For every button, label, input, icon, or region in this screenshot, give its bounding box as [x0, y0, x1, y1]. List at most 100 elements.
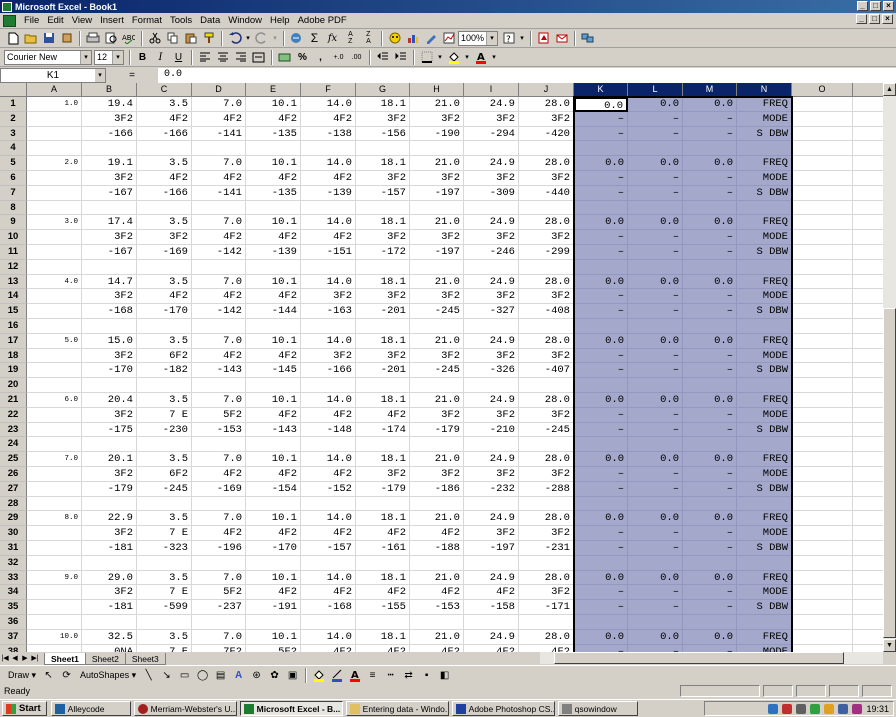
cell-m14[interactable]: – — [683, 289, 737, 305]
cell-k7[interactable]: – — [574, 185, 628, 201]
cell-i22[interactable]: 3F2 — [464, 407, 519, 423]
cell-b8[interactable] — [82, 200, 137, 216]
cell-partial[interactable] — [853, 600, 883, 615]
paste-icon[interactable] — [182, 30, 199, 46]
cell-partial[interactable] — [853, 260, 883, 275]
spreadsheet-grid[interactable]: A B C D E F G H I J K L M N O 1 1.0 19.4 3.5 7.0 10.1 14.0 18.… — [0, 83, 883, 652]
cell-j27[interactable]: -288 — [519, 481, 574, 497]
cell-b22[interactable]: 3F2 — [82, 407, 137, 423]
cell-f18[interactable]: 3F2 — [301, 348, 356, 364]
cell-c18[interactable]: 6F2 — [137, 348, 192, 364]
3d-style-icon[interactable]: ◧ — [436, 667, 453, 683]
cell-g6[interactable]: 3F2 — [356, 171, 410, 186]
cell-a31[interactable] — [27, 541, 82, 556]
cell-n33[interactable]: FREQ — [737, 570, 792, 586]
free-rotate-icon[interactable]: ⟳ — [58, 667, 75, 683]
cell-partial[interactable] — [853, 585, 883, 601]
cell-o26[interactable] — [792, 467, 853, 482]
cell-o34[interactable] — [792, 585, 853, 601]
cell-o15[interactable] — [792, 304, 853, 319]
cell-i33[interactable]: 24.9 — [464, 570, 519, 586]
percent-style-icon[interactable]: % — [294, 49, 311, 65]
cell-h28[interactable] — [410, 496, 464, 512]
row-header[interactable]: 30 — [0, 526, 27, 541]
cell-b35[interactable]: -181 — [82, 600, 137, 615]
cell-g13[interactable]: 18.1 — [356, 274, 410, 290]
cell-h34[interactable]: 4F2 — [410, 585, 464, 601]
cell-g19[interactable]: -201 — [356, 363, 410, 379]
cell-h3[interactable]: -190 — [410, 126, 464, 142]
cell-c30[interactable]: 7 E — [137, 526, 192, 541]
cell-partial[interactable] — [853, 437, 883, 453]
cell-b13[interactable]: 14.7 — [82, 274, 137, 290]
sheet-tab-sheet2[interactable]: Sheet2 — [84, 652, 126, 665]
cell-h17[interactable]: 21.0 — [410, 333, 464, 349]
cell-partial[interactable] — [853, 275, 883, 290]
cell-g2[interactable]: 3F2 — [356, 111, 410, 127]
cell-o23[interactable] — [792, 422, 853, 438]
cell-partial[interactable] — [853, 304, 883, 319]
cell-j35[interactable]: -171 — [519, 600, 574, 615]
cell-k37[interactable]: 0.0 — [574, 629, 628, 645]
cell-a36[interactable] — [27, 615, 82, 630]
sort-descending-icon[interactable]: ZA — [360, 30, 377, 46]
comma-style-icon[interactable]: , — [312, 49, 329, 65]
cell-b1[interactable]: 19.4 — [82, 97, 137, 112]
cell-m33[interactable]: 0.0 — [683, 570, 737, 586]
cell-f12[interactable] — [301, 259, 356, 275]
cell-j10[interactable]: 3F2 — [519, 230, 574, 245]
cell-j25[interactable]: 28.0 — [519, 452, 574, 467]
column-header-i[interactable]: I — [464, 83, 519, 97]
column-header-h[interactable]: H — [410, 83, 464, 97]
cell-f1[interactable]: 14.0 — [301, 97, 356, 112]
cell-i19[interactable]: -326 — [464, 363, 519, 379]
cell-k29[interactable]: 0.0 — [574, 511, 628, 527]
cell-h25[interactable]: 21.0 — [410, 452, 464, 467]
tray-update-icon[interactable] — [824, 703, 835, 714]
cell-g37[interactable]: 18.1 — [356, 629, 410, 645]
cell-j14[interactable]: 3F2 — [519, 289, 574, 305]
cell-a1[interactable]: 1.0 — [27, 97, 82, 112]
cell-n6[interactable]: MODE — [737, 171, 792, 186]
cell-c38[interactable]: 7 E — [137, 644, 192, 652]
cell-n17[interactable]: FREQ — [737, 333, 792, 349]
cell-partial[interactable] — [853, 526, 883, 541]
cell-o1[interactable] — [792, 97, 853, 112]
cell-partial[interactable] — [853, 393, 883, 408]
cell-g23[interactable]: -174 — [356, 422, 410, 438]
cell-partial[interactable] — [853, 112, 883, 127]
font-color-icon[interactable]: A — [472, 49, 489, 65]
taskbar-item-entering-data[interactable]: Entering data - Windo... — [345, 701, 449, 716]
cell-g38[interactable]: 4F2 — [356, 644, 410, 652]
cell-l36[interactable] — [628, 615, 683, 630]
cell-f37[interactable]: 14.0 — [301, 629, 356, 645]
cell-b27[interactable]: -179 — [82, 481, 137, 497]
cell-g14[interactable]: 3F2 — [356, 289, 410, 305]
cell-k10[interactable]: – — [574, 230, 628, 245]
draw-fill-color-icon[interactable] — [310, 667, 327, 683]
cell-a3[interactable] — [27, 126, 82, 142]
cell-l7[interactable]: – — [628, 185, 683, 201]
increase-decimal-icon[interactable]: +.0 — [330, 49, 347, 65]
bold-button[interactable]: B — [134, 49, 151, 65]
cell-partial[interactable] — [853, 127, 883, 142]
cell-i3[interactable]: -294 — [464, 126, 519, 142]
cell-m38[interactable]: – — [683, 644, 737, 652]
cell-partial[interactable] — [853, 349, 883, 364]
cell-i1[interactable]: 24.9 — [464, 97, 519, 112]
cell-k20[interactable] — [574, 378, 628, 393]
cell-e4[interactable] — [246, 141, 301, 157]
cell-o37[interactable] — [792, 629, 853, 645]
borders-dropdown-icon[interactable]: ▾ — [436, 49, 444, 65]
redo-icon[interactable] — [253, 30, 270, 46]
cell-f31[interactable]: -157 — [301, 541, 356, 556]
draw-menu-button[interactable]: Draw ▾ — [4, 670, 40, 681]
spelling-icon[interactable]: ABC — [120, 30, 137, 46]
cell-o36[interactable] — [792, 615, 853, 630]
cell-o38[interactable] — [792, 644, 853, 652]
cell-f15[interactable]: -163 — [301, 304, 356, 319]
cell-g1[interactable]: 18.1 — [356, 97, 410, 112]
shadow-style-icon[interactable]: ▪ — [418, 667, 435, 683]
cell-h2[interactable]: 3F2 — [410, 111, 464, 127]
cell-m3[interactable]: – — [683, 126, 737, 142]
